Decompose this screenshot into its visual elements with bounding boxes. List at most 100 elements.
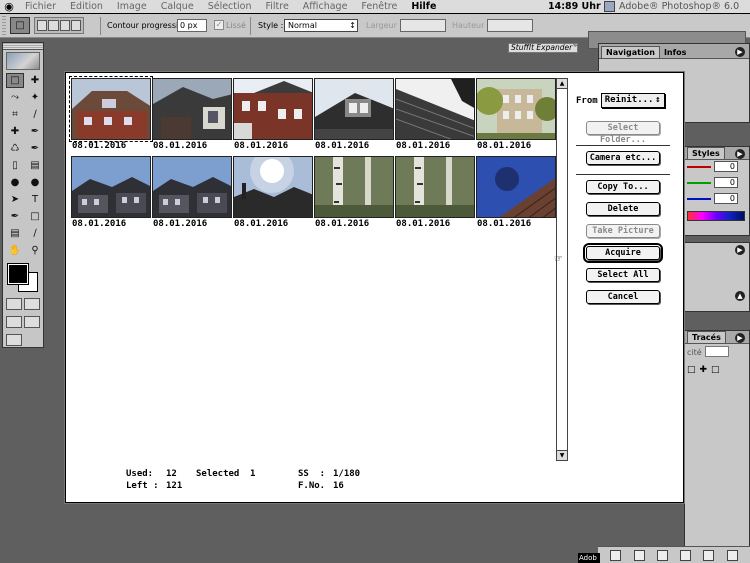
eraser-tool-icon[interactable]: ▯ (6, 158, 24, 173)
eyedropper-tool-icon[interactable]: ∕ (26, 226, 44, 241)
thumbnail-item[interactable]: 08.01.2016 (233, 156, 313, 229)
thumbnail-item[interactable]: 08.01.2016 (476, 78, 556, 151)
pen-tool-icon[interactable]: ✒ (6, 209, 24, 224)
mask-icon[interactable] (633, 549, 645, 561)
select-all-button[interactable]: Select All (586, 268, 660, 282)
thumbnail-scrollbar[interactable]: ▲ ▼ (556, 78, 568, 461)
thumbnail-item[interactable]: 08.01.2016 (476, 156, 556, 229)
toolbox-logo[interactable] (6, 52, 40, 70)
trash-icon[interactable] (726, 549, 738, 561)
zoom-tool-icon[interactable]: ⚲ (26, 243, 44, 258)
jump-to-imageready-icon[interactable] (6, 334, 22, 346)
from-popup[interactable]: Reinit... (600, 93, 665, 108)
red-value-field[interactable]: 0 (714, 161, 738, 172)
antialias-checkbox[interactable]: ✓ (214, 20, 224, 30)
tab-traces[interactable]: Tracés (687, 331, 726, 343)
gradient-tool-icon[interactable]: ▤ (26, 158, 44, 173)
color-spectrum-bar[interactable] (687, 211, 745, 221)
quick-mask-icon[interactable] (24, 298, 40, 310)
standard-mode-icon[interactable] (6, 298, 22, 310)
full-screen-icon[interactable] (24, 316, 40, 328)
menu-item[interactable]: Affichage (296, 1, 355, 12)
thumbnail-item[interactable]: 08.01.2016 (314, 78, 394, 151)
camera-etc-button[interactable]: Camera etc... (586, 151, 660, 165)
delete-button[interactable]: Delete (586, 202, 660, 216)
menu-item[interactable]: Filtre (258, 1, 295, 12)
thumbnail-image[interactable] (476, 156, 556, 218)
menu-item[interactable]: Calque (154, 1, 201, 12)
healing-brush-icon[interactable]: ✚ (6, 124, 24, 139)
thumbnail-image[interactable] (314, 156, 394, 218)
menu-item[interactable]: Fenêtre (354, 1, 404, 12)
adobe-online-tab[interactable]: Adob (578, 553, 600, 563)
thumbnail-image[interactable] (395, 156, 475, 218)
blue-value-field[interactable]: 0 (714, 193, 738, 204)
thumbnail-image[interactable] (71, 156, 151, 218)
blue-slider[interactable] (687, 197, 711, 200)
blur-tool-icon[interactable]: ● (6, 175, 24, 190)
opacity-field[interactable] (705, 346, 729, 357)
selection-mode-buttons[interactable] (34, 17, 84, 34)
height-input[interactable] (487, 19, 533, 32)
tab-infos[interactable]: Infos (659, 47, 691, 58)
stamp-tool-icon[interactable]: ♺ (6, 141, 24, 156)
take-picture-button[interactable]: Take Picture (586, 224, 660, 238)
menu-item[interactable]: Sélection (201, 1, 259, 12)
thumbnail-image[interactable] (152, 78, 232, 140)
magic-wand-tool-icon[interactable]: ✦ (26, 90, 44, 105)
tab-navigation[interactable]: Navigation (601, 46, 660, 58)
styles-menu-arrow-icon[interactable]: ▶ (735, 149, 745, 159)
stuffit-expander-tab[interactable]: StuffIt Expander™ (508, 43, 578, 53)
thumbnail-image[interactable] (233, 78, 313, 140)
scroll-down-arrow-icon[interactable]: ▼ (557, 450, 567, 460)
thumbnail-image[interactable] (314, 78, 394, 140)
apple-menu-icon[interactable]: ◉ (0, 0, 18, 13)
thumbnail-item[interactable]: 08.01.2016 (233, 78, 313, 151)
tab-styles[interactable]: Styles (687, 147, 725, 159)
green-value-field[interactable]: 0 (714, 177, 738, 188)
crop-tool-icon[interactable]: ⌗ (6, 107, 24, 122)
type-tool-icon[interactable]: T (26, 192, 44, 207)
thumbnail-item[interactable]: 08.01.2016 (71, 156, 151, 229)
brush-tool-icon[interactable]: ✒ (26, 124, 44, 139)
toolbox-title-bar[interactable] (3, 43, 43, 50)
copy-to-button[interactable]: Copy To... (586, 180, 660, 194)
lock-options-icons[interactable]: □✚□ (687, 365, 724, 375)
thumbnail-item[interactable]: 08.01.2016 (395, 78, 475, 151)
marquee-tool-icon[interactable]: □ (6, 73, 24, 88)
application-menu[interactable]: Adobe® Photoshop® 6.0 (604, 1, 739, 12)
menu-item[interactable]: Image (110, 1, 154, 12)
thumbnail-image[interactable] (476, 78, 556, 140)
layer-style-icon[interactable] (610, 549, 622, 561)
green-slider[interactable] (687, 181, 711, 184)
move-tool-icon[interactable]: ✚ (26, 73, 44, 88)
marquee-tool-preset-icon[interactable]: □ (10, 17, 30, 34)
traces-menu-arrow-icon[interactable]: ▶ (735, 333, 745, 343)
adjustment-layer-icon[interactable] (680, 549, 692, 561)
feather-input[interactable]: 0 px (177, 19, 207, 32)
lasso-tool-icon[interactable]: ⤳ (6, 90, 24, 105)
red-slider[interactable] (687, 165, 711, 168)
options-bar-grip-icon[interactable] (2, 16, 6, 35)
style-select[interactable]: Normal (284, 19, 358, 32)
path-select-tool-icon[interactable]: ➤ (6, 192, 24, 207)
foreground-color-swatch[interactable] (7, 263, 29, 285)
menu-item[interactable]: Fichier (18, 1, 63, 12)
thumbnail-item[interactable]: 08.01.2016 (152, 78, 232, 151)
hand-tool-icon[interactable]: ✋ (6, 243, 24, 258)
slice-tool-icon[interactable]: ∕ (26, 107, 44, 122)
menu-item[interactable]: Hilfe (404, 1, 443, 12)
palette-menu-arrow-icon[interactable]: ▶ (735, 47, 745, 57)
dodge-tool-icon[interactable]: ● (26, 175, 44, 190)
thumbnail-item[interactable]: 08.01.2016 (152, 156, 232, 229)
notes-tool-icon[interactable]: ▤ (6, 226, 24, 241)
scroll-up-arrow-icon[interactable]: ▲ (557, 79, 567, 89)
shape-tool-icon[interactable]: □ (26, 209, 44, 224)
thumbnail-image[interactable] (152, 156, 232, 218)
palette-scroll-arrow-icon[interactable]: ▲ (735, 291, 745, 301)
history-brush-icon[interactable]: ✒ (26, 141, 44, 156)
thumbnail-item[interactable]: 08.01.2016 (69, 76, 153, 151)
new-set-icon[interactable] (656, 549, 668, 561)
menu-item[interactable]: Edition (63, 1, 110, 12)
new-layer-icon[interactable] (703, 549, 715, 561)
